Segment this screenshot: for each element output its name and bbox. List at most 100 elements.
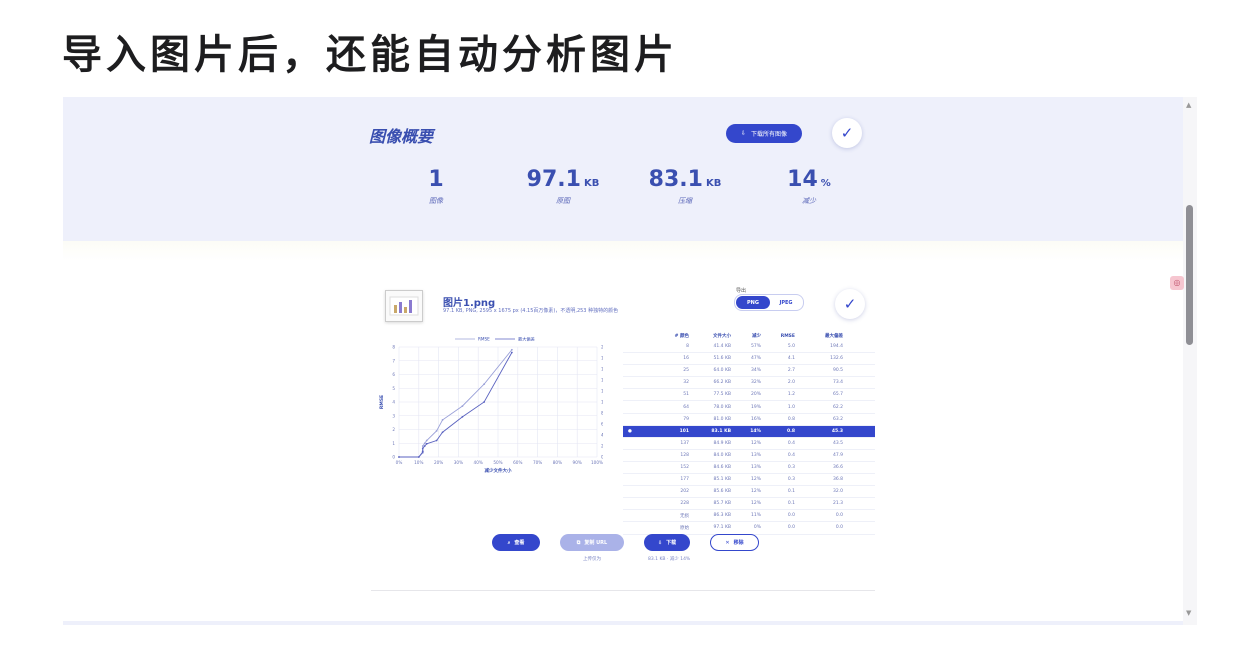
table-cell: 84.0 KB [713,452,732,458]
download-all-label: 下载所有图像 [751,131,788,138]
table-row[interactable]: 32 66.2 KB 32% 2.0 73.4 [623,377,875,390]
y-left-tick-label: 4 [392,400,395,405]
table-row[interactable]: 无损 86.3 KB 11% 0.0 0.0 [623,510,875,523]
table-cell: 45.3 [831,428,843,434]
vertical-scrollbar[interactable]: ▲ ▼ [1183,97,1197,625]
table-cell: 90.5 [832,368,843,374]
x-tick-label: 0% [396,460,403,465]
bottom-band [63,621,1183,625]
data-point-max-deviation [510,351,513,354]
download-icon: ⇩ [657,539,663,546]
data-point-rmse [483,383,486,386]
table-cell: 12% [750,501,761,507]
table-cell: 0.8 [787,428,795,434]
side-widget-icon[interactable]: ◎ [1170,276,1184,290]
y-left-tick-label: 5 [392,386,395,391]
table-cell: 1.2 [787,392,795,398]
table-cell: 13% [750,464,761,470]
table-cell: 36.6 [832,464,843,470]
format-png-option[interactable]: PNG [736,296,770,309]
y-left-tick-label: 6 [392,372,395,377]
page-headline: 导入图片后，还能自动分析图片 [62,32,678,78]
remove-button[interactable]: ✕ 移除 [710,534,759,551]
scroll-thumb[interactable] [1186,205,1193,345]
table-cell: 4.1 [787,356,795,362]
table-cell: 41.4 KB [713,344,732,350]
table-row[interactable]: 8 41.4 KB 57% 5.0 194.4 [623,341,875,354]
y-right-tick-label: 160 [601,367,603,372]
stat-original-size: 97.1 KB 原图 [503,167,623,206]
app-frame: 图像概要 ⇩ 下载所有图像 ✓ 1 图像 97.1 KB 原图 83.1 KB 压缩… [63,97,1183,625]
legend-label-max-deviation: 最大偏差 [518,336,535,343]
table-row[interactable]: 64 78.0 KB 19% 1.0 62.2 [623,401,875,414]
table-row[interactable]: 177 85.1 KB 12% 0.3 36.8 [623,474,875,487]
data-point-max-deviation [483,401,486,403]
download-button[interactable]: ⇩ 下载 [644,534,690,551]
table-row[interactable]: 228 85.7 KB 12% 0.1 21.3 [623,498,875,511]
table-cell: 77.5 KB [713,392,732,398]
table-cell: 228 [680,501,689,507]
summary-check-button[interactable]: ✓ [832,118,862,148]
table-row[interactable]: 25 64.0 KB 34% 2.7 90.5 [623,365,875,378]
stat-label: 图像 [429,197,443,205]
copy-url-button[interactable]: ⧉ 复制 URL [560,534,624,551]
x-axis-label: 减少文件大小 [485,467,512,474]
table-cell: 12% [750,440,761,446]
table-cell: 2.7 [787,368,795,374]
y-right-tick-label: 140 [601,378,603,383]
table-cell: 0.1 [787,501,795,507]
stat-label: 减少 [802,197,816,205]
table-row[interactable]: 202 85.6 KB 12% 0.1 32.0 [623,486,875,499]
y-left-tick-label: 0 [392,455,395,460]
summary-title: 图像概要 [369,127,434,146]
table-row[interactable]: ● 101 83.1 KB 14% 0.8 45.3 [623,425,875,438]
y-right-tick-label: 80 [601,411,603,416]
table-cell: ● [628,428,632,434]
table-row[interactable]: 79 81.0 KB 16% 0.8 63.2 [623,414,875,426]
table-header: # 颜色 文件大小 减少 RMSE 最大偏差 [623,331,875,341]
view-label: 查看 [514,540,525,546]
y-right-tick-label: 60 [601,422,603,427]
data-point-max-deviation [421,447,424,450]
table-row[interactable]: 137 84.9 KB 12% 0.4 43.5 [623,438,875,450]
scroll-down-arrow-icon[interactable]: ▼ [1186,609,1191,617]
data-point-rmse [461,405,464,408]
table-row[interactable]: 152 84.6 KB 13% 0.3 36.6 [623,462,875,475]
file-thumbnail[interactable] [385,290,423,322]
data-point-max-deviation [421,450,424,453]
table-row[interactable]: 51 77.5 KB 20% 1.2 65.7 [623,389,875,402]
table-cell: 97.1 KB [713,525,732,531]
series-line-max-deviation [399,352,513,458]
y-left-tick-label: 8 [392,345,395,350]
y-left-tick-label: 7 [392,358,395,363]
table-cell: 20% [750,392,761,398]
file-check-button[interactable]: ✓ [835,289,865,319]
table-cell: 0% [753,525,761,531]
download-sub: 83.1 KB · 减少 14% [648,557,691,562]
table-cell: 128 [680,452,689,458]
download-label: 下载 [666,540,677,546]
table-cell: 81.0 KB [713,416,732,422]
data-point-rmse [423,442,426,445]
format-jpeg-option[interactable]: JPEG [771,296,801,309]
view-button[interactable]: ⌕ 查看 [492,534,540,551]
table-cell: 0.3 [787,477,795,483]
table-row[interactable]: 16 51.6 KB 47% 4.1 132.6 [623,353,875,366]
table-cell: 202 [680,489,689,495]
table-cell: 79 [683,416,689,422]
table-cell: 34% [750,368,761,374]
y-right-tick-label: 100 [601,400,603,405]
table-row[interactable]: 原始 97.1 KB 0% 0.0 0.0 [623,522,875,535]
data-point-rmse [510,348,513,351]
header-rmse: RMSE [780,333,795,339]
scroll-up-arrow-icon[interactable]: ▲ [1186,101,1191,109]
table-row[interactable]: 128 84.0 KB 13% 0.4 47.9 [623,450,875,462]
stat-images: 1 图像 [376,167,496,206]
format-toggle[interactable]: PNG JPEG [734,294,804,311]
y-right-tick-label: 200 [601,345,603,350]
data-point-max-deviation [435,439,438,442]
download-all-button[interactable]: ⇩ 下载所有图像 [726,124,802,143]
table-cell: 62.2 [832,404,843,410]
y-right-tick-label: 40 [601,433,603,438]
data-point-rmse [435,429,438,432]
